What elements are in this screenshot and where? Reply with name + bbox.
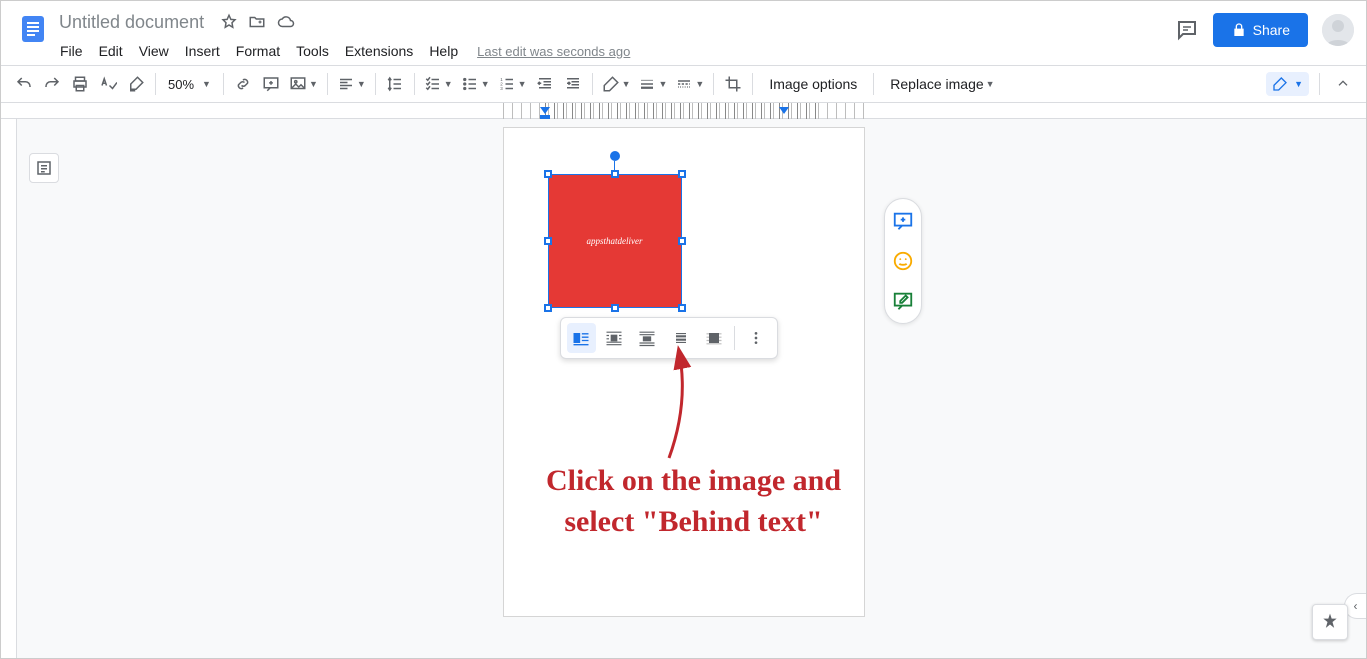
share-button[interactable]: Share (1213, 13, 1308, 47)
image-options-button[interactable]: Image options (759, 71, 867, 97)
add-comment-button[interactable] (258, 71, 284, 97)
increase-indent-button[interactable] (560, 71, 586, 97)
annotation-line-2: select "Behind text" (454, 502, 934, 543)
collapse-toolbar-button[interactable] (1330, 71, 1356, 97)
menu-edit[interactable]: Edit (92, 39, 130, 63)
explore-button[interactable] (1312, 604, 1348, 640)
document-page[interactable]: appsthatdeliver (503, 127, 865, 617)
docs-logo[interactable] (13, 9, 53, 49)
menu-insert[interactable]: Insert (178, 39, 227, 63)
resize-handle-e[interactable] (678, 237, 686, 245)
paint-format-button[interactable] (123, 71, 149, 97)
horizontal-ruler[interactable] (1, 103, 1366, 119)
resize-handle-ne[interactable] (678, 170, 686, 178)
menu-bar: File Edit View Insert Format Tools Exten… (53, 37, 1175, 65)
menu-extensions[interactable]: Extensions (338, 39, 420, 63)
title-bar: Untitled document File Edit View Insert … (1, 1, 1366, 65)
spellcheck-button[interactable] (95, 71, 121, 97)
insert-link-button[interactable] (230, 71, 256, 97)
selected-image[interactable]: appsthatdeliver (548, 174, 682, 308)
zoom-value: 50% (168, 77, 194, 92)
comment-reaction-rail (884, 198, 922, 324)
image-watermark-text: appsthatdeliver (587, 236, 643, 246)
image-options-more-button[interactable] (741, 323, 770, 353)
account-avatar[interactable] (1322, 14, 1354, 46)
menu-format[interactable]: Format (229, 39, 287, 63)
star-icon[interactable] (220, 13, 238, 31)
insert-image-button[interactable]: ▼ (286, 71, 321, 97)
crop-image-button[interactable] (720, 71, 746, 97)
menu-file[interactable]: File (53, 39, 90, 63)
document-title[interactable]: Untitled document (53, 10, 210, 35)
resize-handle-w[interactable] (544, 237, 552, 245)
in-front-of-text-button[interactable] (699, 323, 728, 353)
cloud-status-icon[interactable] (276, 13, 296, 31)
resize-handle-sw[interactable] (544, 304, 552, 312)
share-button-label: Share (1253, 22, 1290, 38)
indent-marker-right[interactable] (778, 106, 790, 120)
menu-help[interactable]: Help (422, 39, 465, 63)
title-area: Untitled document File Edit View Insert … (53, 9, 1175, 65)
border-color-button[interactable]: ▼ (599, 71, 634, 97)
align-button[interactable]: ▼ (334, 71, 369, 97)
checklist-button[interactable]: ▼ (421, 71, 456, 97)
wrap-text-button[interactable] (600, 323, 629, 353)
add-comment-rail-button[interactable] (891, 209, 915, 233)
move-icon[interactable] (248, 13, 266, 31)
redo-button[interactable] (39, 71, 65, 97)
editing-mode-button[interactable]: ▼ (1266, 72, 1309, 96)
replace-image-button[interactable]: Replace image▼ (880, 71, 1004, 97)
annotation-line-1: Click on the image and (454, 461, 934, 502)
resize-handle-s[interactable] (611, 304, 619, 312)
border-dash-button[interactable]: ▼ (672, 71, 707, 97)
resize-handle-se[interactable] (678, 304, 686, 312)
svg-text:3: 3 (500, 86, 503, 91)
indent-marker-left[interactable] (539, 106, 551, 120)
decrease-indent-button[interactable] (532, 71, 558, 97)
suggest-edits-rail-button[interactable] (891, 289, 915, 313)
resize-handle-nw[interactable] (544, 170, 552, 178)
border-weight-button[interactable]: ▼ (635, 71, 670, 97)
resize-handle-n[interactable] (611, 170, 619, 178)
zoom-dropdown[interactable]: 50%▼ (162, 77, 217, 92)
rotate-handle[interactable] (610, 151, 620, 161)
document-outline-button[interactable] (29, 153, 59, 183)
break-text-button[interactable] (633, 323, 662, 353)
behind-text-button[interactable] (666, 323, 695, 353)
replace-image-label: Replace image (890, 76, 983, 92)
main-toolbar: 50%▼ ▼ ▼ ▼ ▼ 123▼ ▼ ▼ ▼ Image options Re… (1, 65, 1366, 103)
numbered-list-button[interactable]: 123▼ (495, 71, 530, 97)
image-wrap-toolbar (560, 317, 778, 359)
undo-button[interactable] (11, 71, 37, 97)
annotation-text: Click on the image and select "Behind te… (454, 461, 934, 542)
wrap-inline-button[interactable] (567, 323, 596, 353)
print-button[interactable] (67, 71, 93, 97)
menu-tools[interactable]: Tools (289, 39, 336, 63)
vertical-ruler[interactable] (1, 119, 17, 658)
line-spacing-button[interactable] (382, 71, 408, 97)
open-comments-icon[interactable] (1175, 18, 1199, 42)
menu-view[interactable]: View (132, 39, 176, 63)
bulleted-list-button[interactable]: ▼ (458, 71, 493, 97)
last-edit-link[interactable]: Last edit was seconds ago (477, 44, 630, 59)
workspace: appsthatdeliver (1, 103, 1366, 658)
add-emoji-rail-button[interactable] (891, 249, 915, 273)
